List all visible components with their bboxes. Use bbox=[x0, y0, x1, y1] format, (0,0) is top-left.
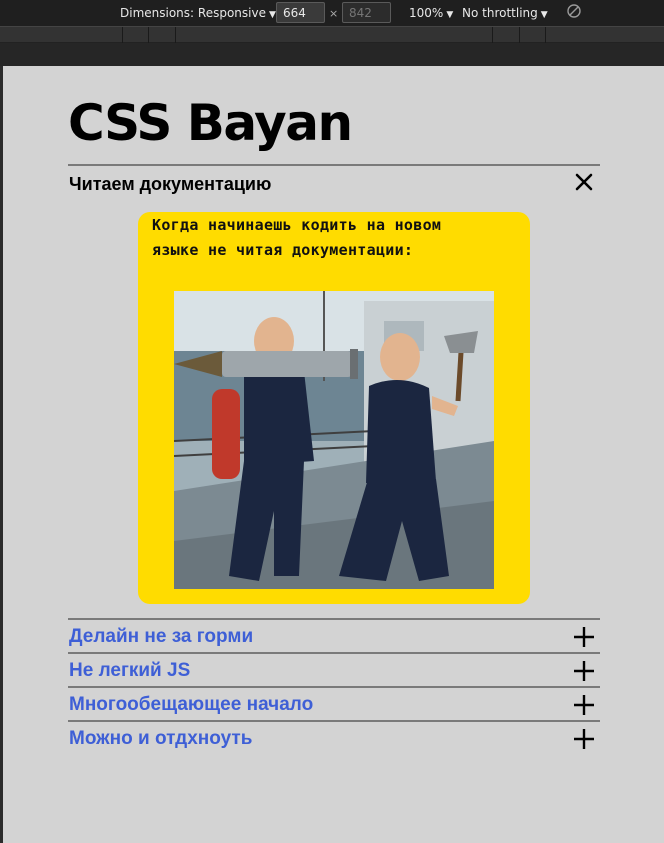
throttling-dropdown[interactable]: No throttling ▼ bbox=[462, 6, 548, 20]
meme-card: Когда начинаешь кодить на новом языке не… bbox=[138, 212, 530, 604]
viewport-gutter bbox=[0, 43, 664, 66]
meme-caption: Когда начинаешь кодить на новом языке не… bbox=[152, 216, 442, 259]
dimensions-label: Dimensions: Responsive bbox=[120, 6, 266, 20]
throttling-label: No throttling bbox=[462, 6, 538, 20]
accordion-item[interactable]: Можно и отдхноуть bbox=[68, 722, 600, 756]
zoom-label: 100% bbox=[409, 6, 444, 20]
times-sign: × bbox=[329, 7, 339, 20]
ruler-tick bbox=[148, 27, 149, 44]
plus-icon[interactable] bbox=[573, 728, 595, 750]
ruler-tick bbox=[545, 27, 546, 44]
ruler-tick bbox=[519, 27, 520, 44]
zoom-dropdown[interactable]: 100% ▼ bbox=[409, 6, 453, 20]
close-icon[interactable] bbox=[574, 172, 594, 192]
divider bbox=[68, 164, 600, 166]
plus-icon[interactable] bbox=[573, 660, 595, 682]
accordion-item-label: Не легкий JS bbox=[69, 660, 191, 681]
accordion-item-label: Делайн не за горми bbox=[69, 626, 254, 647]
devtools-toolbar: Dimensions: Responsive▼ × 100%▼ No throt… bbox=[0, 0, 664, 26]
page-title: CSS Bayan bbox=[68, 94, 353, 152]
accordion-item[interactable]: Делайн не за горми bbox=[68, 620, 600, 654]
dimensions-dropdown[interactable]: Dimensions: Responsive ▼ bbox=[120, 6, 276, 20]
width-input[interactable] bbox=[276, 2, 325, 23]
chevron-down-icon: ▼ bbox=[268, 10, 276, 20]
accordion-item[interactable]: Многообещающее начало bbox=[68, 688, 600, 722]
accordion-item[interactable]: Не легкий JS bbox=[68, 654, 600, 688]
ruler-tick bbox=[492, 27, 493, 44]
media-query-ruler bbox=[0, 26, 664, 44]
accordion-open-title: Читаем документацию bbox=[69, 174, 272, 194]
accordion-item-label: Многообещающее начало bbox=[69, 694, 314, 715]
chevron-down-icon: ▼ bbox=[540, 10, 548, 20]
plus-icon[interactable] bbox=[573, 626, 595, 648]
plus-icon[interactable] bbox=[573, 694, 595, 716]
height-input[interactable] bbox=[342, 2, 391, 23]
ruler-tick bbox=[175, 27, 176, 44]
ruler-tick bbox=[122, 27, 123, 44]
meme-photo bbox=[174, 291, 494, 589]
rotate-icon[interactable] bbox=[566, 3, 582, 19]
accordion-item-label: Можно и отдхноуть bbox=[69, 728, 253, 749]
chevron-down-icon: ▼ bbox=[446, 10, 454, 20]
page-viewport: CSS Bayan Читаем документацию Когда начи… bbox=[3, 66, 664, 843]
